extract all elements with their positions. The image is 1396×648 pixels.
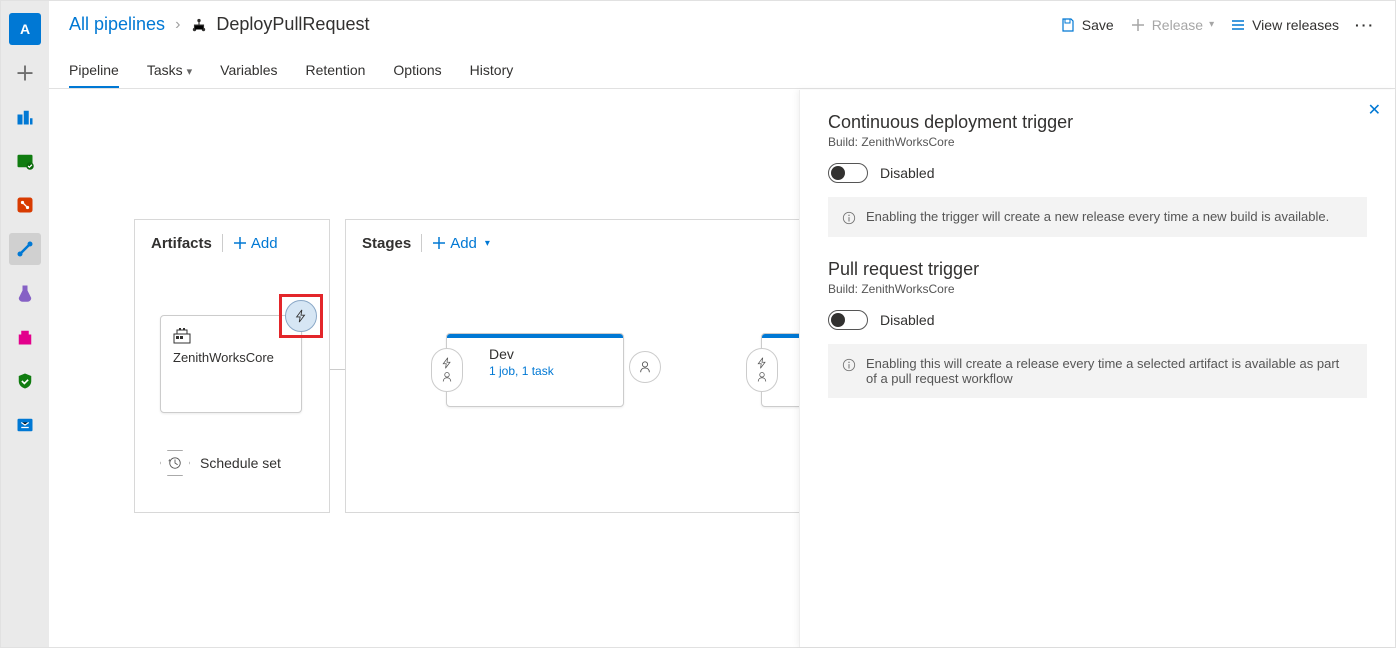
tab-options[interactable]: Options <box>393 54 441 88</box>
cd-trigger-toggle[interactable] <box>828 163 868 183</box>
stages-title: Stages <box>362 235 411 252</box>
rail-add-icon[interactable] <box>9 57 41 89</box>
rail-testplans-icon[interactable] <box>9 277 41 309</box>
breadcrumb-root[interactable]: All pipelines <box>69 14 165 35</box>
rail-repos-icon[interactable] <box>9 145 41 177</box>
tab-bar: Pipeline Tasks▾ Variables Retention Opti… <box>49 49 1395 89</box>
stage-name: Dev <box>489 346 613 362</box>
page-header: All pipelines › DeployPullRequest Save R… <box>49 1 1395 49</box>
pr-trigger-subtitle: Build: ZenithWorksCore <box>828 282 1367 296</box>
cd-trigger-title: Continuous deployment trigger <box>828 112 1367 133</box>
pipeline-type-icon <box>190 16 208 34</box>
tab-retention[interactable]: Retention <box>305 54 365 88</box>
rail-pipelines-icon[interactable] <box>9 233 41 265</box>
tab-history[interactable]: History <box>470 54 514 88</box>
project-avatar[interactable]: A <box>9 13 41 45</box>
post-stage-badge[interactable] <box>629 351 661 383</box>
build-icon <box>173 328 289 344</box>
pr-trigger-toggle[interactable] <box>828 310 868 330</box>
add-stage-button[interactable]: Add ▾ <box>432 235 490 252</box>
artifact-card[interactable]: ZenithWorksCore <box>160 315 302 413</box>
artifacts-title: Artifacts <box>151 235 212 252</box>
pr-info-box: Enabling this will create a release ever… <box>828 344 1367 398</box>
cd-info-box: Enabling the trigger will create a new r… <box>828 197 1367 237</box>
pr-trigger-state: Disabled <box>880 312 934 328</box>
stage-card-dev[interactable]: Dev 1 job, 1 task <box>446 333 624 407</box>
left-nav-rail: A <box>1 1 49 647</box>
save-button[interactable]: Save <box>1060 17 1114 33</box>
tab-variables[interactable]: Variables <box>220 54 277 88</box>
close-panel-button[interactable]: ✕ <box>1368 100 1381 120</box>
stage-conditions-badge[interactable] <box>431 348 463 392</box>
view-releases-button[interactable]: View releases <box>1230 17 1339 33</box>
pr-trigger-title: Pull request trigger <box>828 259 1367 280</box>
artifact-name: ZenithWorksCore <box>173 350 289 365</box>
stages-panel: Stages Add ▾ Dev 1 job, 1 task <box>345 219 845 513</box>
rail-compliance-icon[interactable] <box>9 365 41 397</box>
info-icon <box>842 358 856 372</box>
rail-pipelines-red-icon[interactable] <box>9 189 41 221</box>
schedule-icon <box>160 450 190 476</box>
schedule-label: Schedule set <box>200 455 281 471</box>
rail-extension-icon[interactable] <box>9 409 41 441</box>
add-artifact-button[interactable]: Add <box>233 235 278 252</box>
rail-boards-icon[interactable] <box>9 101 41 133</box>
breadcrumb-current: DeployPullRequest <box>216 14 369 35</box>
stage-sub[interactable]: 1 job, 1 task <box>489 364 613 378</box>
release-button: Release ▾ <box>1130 17 1214 33</box>
breadcrumb-sep-icon: › <box>175 16 180 34</box>
cd-trigger-subtitle: Build: ZenithWorksCore <box>828 135 1367 149</box>
cd-trigger-state: Disabled <box>880 165 934 181</box>
cd-trigger-badge[interactable] <box>285 300 317 332</box>
artifacts-panel: Artifacts Add ZenithWorksCore <box>134 219 330 513</box>
rail-artifacts-icon[interactable] <box>9 321 41 353</box>
tab-pipeline[interactable]: Pipeline <box>69 54 119 88</box>
schedule-row[interactable]: Schedule set <box>160 450 281 476</box>
more-actions-button[interactable]: ··· <box>1355 17 1375 33</box>
trigger-side-panel: ✕ Continuous deployment trigger Build: Z… <box>799 90 1395 647</box>
info-icon <box>842 211 856 225</box>
stage-conditions-badge[interactable] <box>746 348 778 392</box>
tab-tasks[interactable]: Tasks▾ <box>147 54 192 88</box>
